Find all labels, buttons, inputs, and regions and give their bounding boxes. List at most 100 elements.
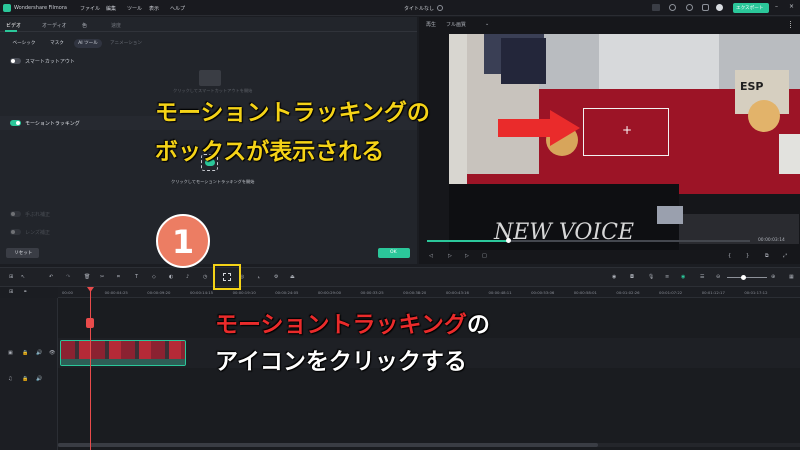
redo-icon[interactable]: ↷ <box>66 274 70 280</box>
tab-speed[interactable]: 速度 <box>111 22 121 29</box>
fullscreen-icon[interactable]: ⤢ <box>783 253 787 259</box>
link-icon[interactable]: ⚭ <box>23 289 27 295</box>
step-number-badge: 1 <box>156 214 210 268</box>
subtab-animation[interactable]: アニメーション <box>108 39 144 48</box>
zoom-slider-handle[interactable] <box>741 275 746 280</box>
transform-icon[interactable]: ◇ <box>152 274 156 280</box>
ruler-tick-label: 00:00:14:15 <box>189 290 214 295</box>
menu-view[interactable]: 表示 <box>149 5 159 12</box>
track-header-column <box>0 298 58 450</box>
property-tab-bar: ビデオ オーディオ 色 速度 <box>0 17 417 32</box>
color-icon[interactable]: ◐ <box>169 274 173 280</box>
undo-icon[interactable]: ↶ <box>49 274 53 280</box>
audio-track-lock-icon[interactable]: 🔒 <box>22 376 28 382</box>
export-button[interactable]: エクスポート <box>733 3 769 13</box>
add-track-icon[interactable]: ⊞ <box>9 289 13 295</box>
video-track-lock-icon[interactable]: 🔒 <box>22 350 28 356</box>
audio-mixer-icon[interactable]: ≡ <box>665 274 669 280</box>
tab-color[interactable]: 色 <box>82 22 87 29</box>
video-track-eye-icon[interactable]: 👁 <box>49 350 55 356</box>
export-label: エクスポート <box>736 6 764 11</box>
render-icon[interactable]: ◉ <box>612 274 616 280</box>
ruler-tick-label: 00:00:38:20 <box>403 290 427 295</box>
zoom-slider[interactable] <box>727 275 767 280</box>
step-number: 1 <box>171 223 195 261</box>
video-track-mute-icon[interactable]: 🔊 <box>36 350 42 356</box>
icon-caption-suffix: の <box>466 312 490 338</box>
clip-waveform <box>61 359 185 365</box>
audio-edit-icon[interactable]: ♪ <box>186 274 189 280</box>
motion-tracking-label: モーショントラッキング <box>25 121 80 127</box>
reset-button[interactable]: リセット <box>6 248 39 258</box>
cloud-sync-icon[interactable] <box>437 5 443 11</box>
ruler-tick-label: 00:00:29:00 <box>317 290 342 295</box>
ruler-tick-label: 00:01:12:17 <box>701 290 725 295</box>
close-button[interactable]: × <box>789 3 794 10</box>
reset-label: リセット <box>14 251 33 256</box>
icon-caption-highlight: モーショントラッキング <box>215 312 467 338</box>
shield-icon[interactable]: ◘ <box>630 274 634 280</box>
smart-cutout-icon[interactable] <box>199 70 221 86</box>
preview-panel: 再生 フル画質 ⌄ ESP NEW VOICE + 00:00:03:14 ◁ … <box>419 17 800 264</box>
feedback-icon[interactable] <box>702 4 709 11</box>
subtab-ai-tools[interactable]: AI ツール <box>74 39 102 48</box>
timeline-settings-icon[interactable]: ▦ <box>789 274 794 280</box>
text-icon[interactable]: T <box>135 274 138 280</box>
timeline-horizontal-scrollbar[interactable] <box>58 443 800 447</box>
select-icon[interactable]: ↖ <box>21 274 25 280</box>
snapshot-icon[interactable]: ⧉ <box>765 253 769 259</box>
timeline-ruler[interactable]: 00:00 00:00:04:25 00:00:09:20 00:00:14:15 00… <box>58 287 800 298</box>
crop-icon[interactable]: ⌗ <box>117 274 120 280</box>
speed-icon[interactable]: ◷ <box>203 274 207 280</box>
menu-edit[interactable]: 編集 <box>106 5 116 12</box>
ai-icon[interactable]: ⚙ <box>274 274 278 280</box>
subtab-basic[interactable]: ベーシック <box>9 39 39 48</box>
tab-audio[interactable]: オーディオ <box>42 22 67 29</box>
download-icon[interactable] <box>669 4 676 11</box>
lens-correction-toggle[interactable] <box>10 229 21 235</box>
menu-help[interactable]: ヘルプ <box>170 5 185 12</box>
audio-track-mute-icon[interactable]: 🔊 <box>36 376 42 382</box>
snap-icon[interactable]: ◉ <box>681 274 685 280</box>
mark-out-icon[interactable]: } <box>746 253 749 259</box>
menu-file[interactable]: ファイル <box>80 5 100 12</box>
motion-tracking-toggle[interactable] <box>10 120 21 126</box>
ruler-tick-label: 00:01:07:22 <box>659 290 683 295</box>
menu-tools[interactable]: ツール <box>127 5 142 12</box>
play-icon[interactable]: ▷ <box>448 253 452 259</box>
motion-tracking-box[interactable]: + <box>583 108 669 156</box>
tab-video-underline <box>5 30 17 32</box>
chevron-down-icon[interactable]: ⌄ <box>485 21 489 27</box>
account-icon[interactable] <box>716 4 723 11</box>
mic-icon[interactable]: 🎙 <box>648 274 654 280</box>
stop-icon[interactable]: □ <box>482 253 487 259</box>
layout-icon[interactable]: ⊞ <box>9 274 13 280</box>
smart-cutout-toggle[interactable] <box>10 58 21 64</box>
playhead-handle[interactable] <box>506 238 511 243</box>
cut-icon[interactable]: ✂ <box>100 274 104 280</box>
step-back-icon[interactable]: ◁ <box>429 253 433 259</box>
preview-options-icon[interactable] <box>790 21 794 28</box>
delete-icon[interactable]: 🗑 <box>84 274 90 280</box>
split-icon[interactable]: ⫠ <box>257 274 260 280</box>
voice-icon[interactable]: ⏏ <box>290 274 295 280</box>
stabilization-toggle[interactable] <box>10 211 21 217</box>
subtab-mask[interactable]: マスク <box>47 39 67 48</box>
playhead-line <box>90 287 91 450</box>
zoom-out-icon[interactable]: ⊖ <box>716 274 720 280</box>
ruler-tick-label: 00:00:19:10 <box>232 290 256 295</box>
mark-in-icon[interactable]: { <box>728 253 731 259</box>
poster-text-esp: ESP <box>740 80 764 93</box>
quality-dropdown[interactable]: フル画質 <box>446 21 466 28</box>
subtab-mask-label: マスク <box>50 41 64 46</box>
minimize-button[interactable]: – <box>775 3 778 10</box>
playback-progress-bar[interactable] <box>427 238 750 243</box>
zoom-in-icon[interactable]: ⊕ <box>771 274 775 280</box>
theme-icon[interactable] <box>686 4 693 11</box>
ok-button[interactable]: OK <box>378 248 410 258</box>
list-icon[interactable]: ☰ <box>700 274 704 280</box>
tab-video[interactable]: ビデオ <box>6 22 21 29</box>
video-clip[interactable] <box>60 340 186 366</box>
step-forward-icon[interactable]: ▷ <box>465 253 469 259</box>
notification-icon[interactable] <box>652 4 660 11</box>
